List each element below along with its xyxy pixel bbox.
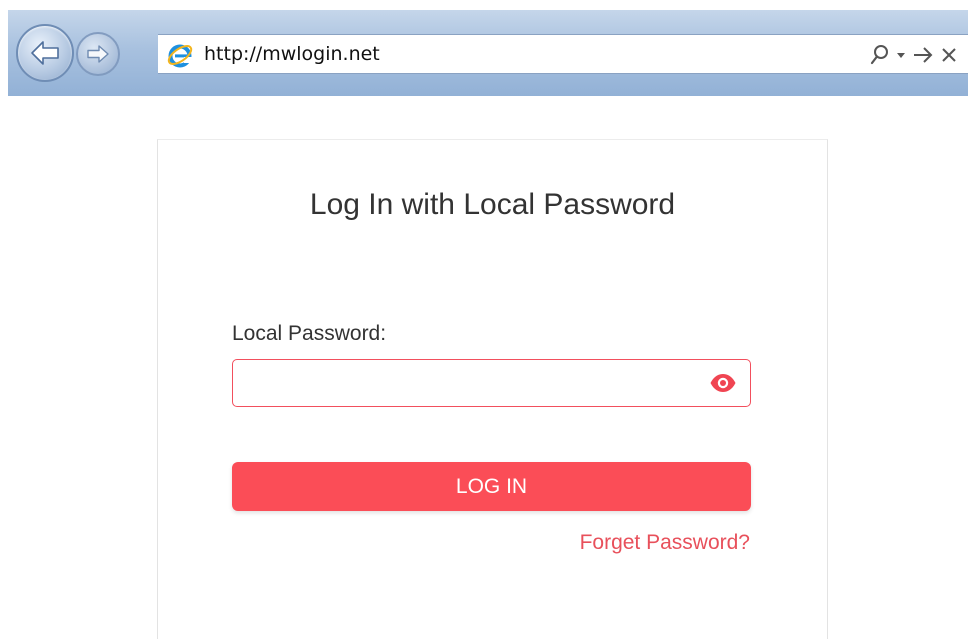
url-text[interactable]: http://mwlogin.net: [204, 43, 380, 65]
password-label: Local Password:: [232, 322, 387, 345]
close-icon[interactable]: [940, 46, 958, 64]
address-bar[interactable]: http://mwlogin.net: [158, 34, 968, 74]
forward-button[interactable]: [76, 32, 120, 76]
browser-toolbar: http://mwlogin.net: [8, 10, 968, 96]
go-arrow-icon[interactable]: [912, 46, 934, 64]
address-bar-tools: [870, 42, 958, 68]
eye-icon[interactable]: [708, 371, 738, 395]
search-icon[interactable]: [870, 44, 890, 66]
dropdown-arrow-icon[interactable]: [896, 50, 906, 60]
back-button[interactable]: [16, 24, 74, 82]
internet-explorer-icon: [166, 41, 194, 69]
page-title: Log In with Local Password: [309, 188, 676, 221]
login-button[interactable]: LOG IN: [232, 462, 751, 511]
forward-arrow-icon: [86, 44, 110, 64]
forget-password-link[interactable]: Forget Password?: [580, 531, 750, 555]
login-card: Log In with Local Password Local Passwor…: [157, 139, 828, 639]
back-arrow-icon: [29, 39, 61, 67]
password-field-wrapper: [232, 359, 751, 407]
password-input[interactable]: [241, 366, 685, 402]
